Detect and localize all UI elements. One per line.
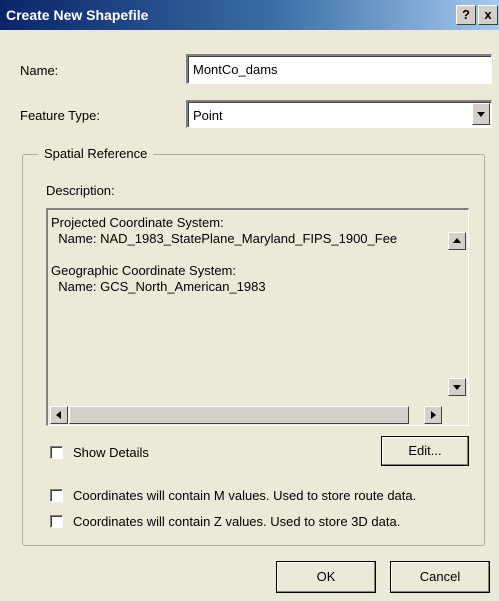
spatial-reference-title: Spatial Reference (38, 146, 154, 161)
description-label: Description: (46, 183, 115, 198)
window-title: Create New Shapefile (6, 7, 149, 23)
close-button[interactable]: x (478, 5, 498, 25)
horizontal-scroll-thumb[interactable] (69, 406, 409, 424)
help-button[interactable]: ? (456, 5, 476, 25)
description-box[interactable]: Projected Coordinate System: Name: NAD_1… (46, 208, 469, 426)
description-text: Projected Coordinate System: Name: NAD_1… (51, 215, 398, 294)
z-values-label: Coordinates will contain Z values. Used … (73, 514, 401, 529)
chevron-down-icon[interactable] (472, 103, 490, 125)
scroll-left-icon[interactable] (50, 406, 68, 424)
feature-type-value: Point (193, 108, 223, 123)
feature-type-label: Feature Type: (20, 108, 100, 123)
vertical-scrollbar[interactable] (446, 210, 468, 406)
show-details-label: Show Details (73, 445, 149, 460)
horizontal-scrollbar[interactable] (48, 405, 447, 425)
ok-button[interactable]: OK (276, 561, 376, 593)
z-values-checkbox[interactable] (50, 515, 63, 528)
cancel-button[interactable]: Cancel (390, 561, 490, 593)
name-label: Name: (20, 63, 59, 78)
scroll-right-icon[interactable] (424, 406, 442, 424)
m-values-label: Coordinates will contain M values. Used … (73, 488, 417, 503)
title-bar: Create New Shapefile ? x (0, 0, 499, 30)
feature-type-select[interactable]: Point (186, 100, 492, 128)
scroll-up-icon[interactable] (448, 232, 466, 250)
show-details-checkbox[interactable] (50, 446, 63, 459)
scroll-down-icon[interactable] (448, 378, 466, 396)
edit-button[interactable]: Edit... (381, 436, 469, 466)
m-values-checkbox[interactable] (50, 489, 63, 502)
name-input[interactable]: MontCo_dams (186, 54, 492, 84)
